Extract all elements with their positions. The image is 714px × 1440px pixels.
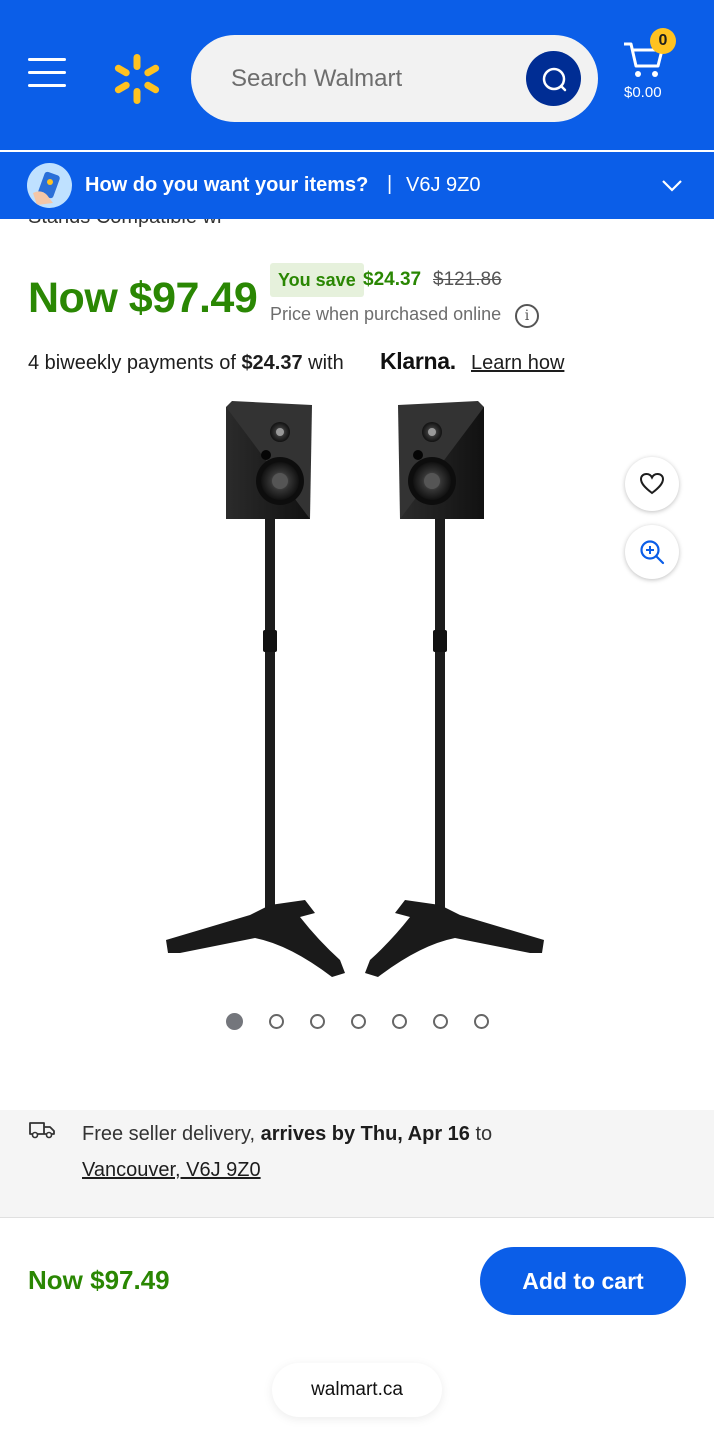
delivery-illustration-icon bbox=[27, 163, 72, 208]
save-amount: $24.37 bbox=[363, 269, 422, 290]
delivery-to: to bbox=[469, 1123, 493, 1145]
price-note: Price when purchased online bbox=[270, 304, 502, 324]
walmart-spark-logo[interactable] bbox=[110, 52, 164, 106]
delivery-question: How do you want your items? bbox=[85, 174, 369, 196]
klarna-installment-text: 4 biweekly payments of $24.37 with bbox=[28, 352, 344, 375]
klarna-prefix: 4 biweekly payments of bbox=[28, 352, 242, 374]
cart-button[interactable]: 0 $0.00 bbox=[618, 28, 688, 108]
add-to-cart-button[interactable]: Add to cart bbox=[480, 1247, 686, 1315]
left-speaker-stand bbox=[166, 401, 345, 977]
klarna-with: with bbox=[302, 352, 344, 374]
current-price: Now $97.49 bbox=[28, 274, 258, 322]
carousel-dot-5[interactable] bbox=[392, 1014, 407, 1029]
chevron-down-icon bbox=[662, 180, 682, 192]
klarna-logo: Klarna. bbox=[380, 348, 456, 374]
header: 0 $0.00 bbox=[0, 0, 714, 150]
zoom-in-icon bbox=[640, 540, 665, 565]
klarna-amount: $24.37 bbox=[241, 352, 303, 374]
menu-icon[interactable] bbox=[26, 58, 70, 98]
browser-url-bar[interactable]: walmart.ca bbox=[272, 1363, 442, 1417]
product-image[interactable] bbox=[140, 395, 570, 995]
delivery-info: Free seller delivery, arrives by Thu, Ap… bbox=[0, 1110, 714, 1218]
cart-count-badge: 0 bbox=[650, 28, 676, 54]
truck-icon bbox=[29, 1122, 55, 1139]
you-save-badge: You save bbox=[270, 263, 364, 297]
delivery-separator: | bbox=[387, 173, 393, 195]
delivery-location-link[interactable]: Vancouver, V6J 9Z0 bbox=[82, 1159, 261, 1181]
learn-how-link[interactable]: Learn how bbox=[471, 352, 564, 375]
delivery-method-selector[interactable]: How do you want your items? | V6J 9Z0 bbox=[0, 152, 714, 219]
carousel-dot-2[interactable] bbox=[269, 1014, 284, 1029]
search-icon bbox=[542, 67, 566, 91]
carousel-dot-1[interactable] bbox=[226, 1013, 243, 1030]
cart-total: $0.00 bbox=[624, 84, 662, 101]
bottom-bar-price: Now $97.49 bbox=[28, 1265, 170, 1295]
delivery-prefix: Free seller delivery, bbox=[82, 1123, 261, 1145]
search-input[interactable] bbox=[231, 57, 511, 101]
carousel-dot-6[interactable] bbox=[433, 1014, 448, 1029]
search-button[interactable] bbox=[526, 51, 581, 106]
carousel-dot-7[interactable] bbox=[474, 1014, 489, 1029]
carousel-dot-4[interactable] bbox=[351, 1014, 366, 1029]
was-price: $121.86 bbox=[433, 269, 502, 290]
zoom-button[interactable] bbox=[625, 525, 679, 579]
delivery-text: Free seller delivery, arrives by Thu, Ap… bbox=[82, 1116, 682, 1188]
info-icon[interactable]: i bbox=[515, 304, 539, 328]
delivery-postal-code: V6J 9Z0 bbox=[406, 174, 481, 196]
favorite-button[interactable] bbox=[625, 457, 679, 511]
search-bar bbox=[191, 35, 598, 122]
arrival-date: arrives by Thu, Apr 16 bbox=[260, 1123, 470, 1145]
heart-icon bbox=[639, 472, 665, 495]
right-speaker-stand bbox=[365, 401, 544, 977]
carousel-dot-3[interactable] bbox=[310, 1014, 325, 1029]
image-carousel-dots bbox=[226, 1013, 515, 1032]
